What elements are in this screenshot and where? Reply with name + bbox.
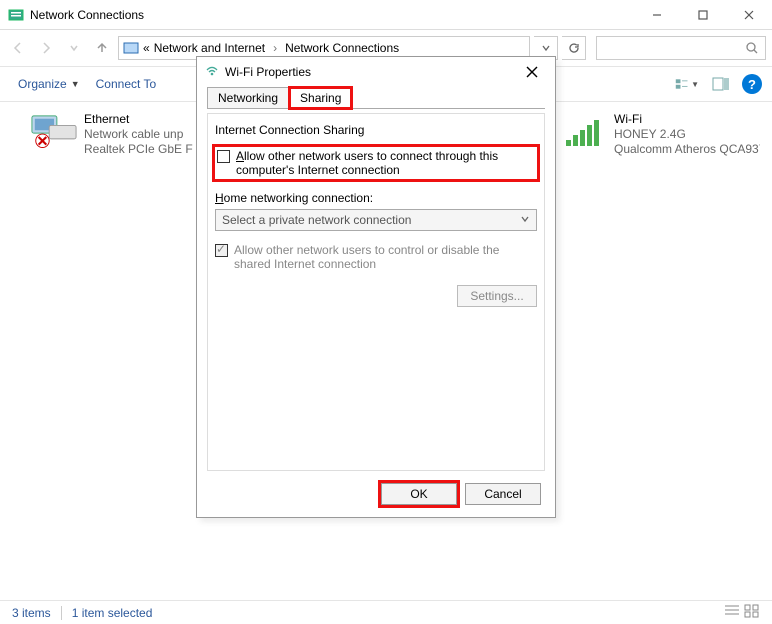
dialog-titlebar: Wi-Fi Properties	[197, 57, 555, 87]
breadcrumb-prefix: «	[143, 41, 150, 55]
window-title: Network Connections	[30, 8, 634, 22]
maximize-button[interactable]	[680, 0, 726, 30]
cancel-button[interactable]: Cancel	[465, 483, 541, 505]
allow-control-checkbox-row: Allow other network users to control or …	[215, 243, 537, 271]
organize-menu[interactable]: Organize▼	[10, 77, 88, 91]
close-button[interactable]	[726, 0, 772, 30]
preview-pane-button[interactable]	[708, 73, 734, 95]
tab-networking[interactable]: Networking	[207, 87, 289, 109]
ok-button[interactable]: OK	[381, 483, 457, 505]
view-menu[interactable]: ▼	[674, 73, 700, 95]
adapter-driver: Realtek PCIe GbE F	[84, 142, 193, 157]
select-value: Select a private network connection	[222, 213, 411, 227]
tab-sharing[interactable]: Sharing	[289, 87, 352, 109]
group-label: Internet Connection Sharing	[215, 123, 537, 137]
checkbox-icon	[215, 244, 228, 257]
chevron-down-icon	[520, 213, 530, 227]
details-view-icon[interactable]	[724, 604, 740, 621]
wifi-icon	[560, 112, 608, 150]
minimize-button[interactable]	[634, 0, 680, 30]
refresh-button[interactable]	[562, 36, 586, 60]
recent-dropdown[interactable]	[62, 36, 86, 60]
adapter-ssid: HONEY 2.4G	[614, 127, 760, 142]
chevron-right-icon: ›	[269, 41, 281, 55]
selection-count: 1 item selected	[72, 606, 153, 620]
back-button[interactable]	[6, 36, 30, 60]
adapter-name: Ethernet	[84, 112, 193, 127]
app-icon	[8, 7, 24, 23]
dialog-close-button[interactable]	[517, 57, 547, 87]
up-button[interactable]	[90, 36, 114, 60]
properties-dialog: Wi-Fi Properties Networking Sharing Inte…	[196, 56, 556, 518]
search-icon	[745, 41, 759, 55]
ethernet-icon	[30, 112, 78, 150]
wifi-small-icon	[205, 64, 219, 81]
dialog-tabs: Networking Sharing	[197, 87, 555, 109]
item-count: 3 items	[12, 606, 51, 620]
checkbox-icon[interactable]	[217, 150, 230, 163]
adapter-driver: Qualcomm Atheros QCA9377...	[614, 142, 760, 157]
dialog-title: Wi-Fi Properties	[225, 65, 517, 79]
connect-menu[interactable]: Connect To	[88, 77, 165, 91]
allow-connect-label: Allow other network users to connect thr…	[236, 149, 535, 177]
network-icon	[123, 41, 139, 55]
allow-control-label: Allow other network users to control or …	[234, 243, 537, 271]
breadcrumb-seg1[interactable]: Network and Internet	[154, 41, 265, 55]
home-network-select[interactable]: Select a private network connection	[215, 209, 537, 231]
adapter-item-wifi[interactable]: Wi-Fi HONEY 2.4G Qualcomm Atheros QCA937…	[560, 112, 760, 157]
large-icons-view-icon[interactable]	[744, 604, 760, 621]
home-network-label: Home networking connection:	[215, 191, 537, 205]
adapter-status: Network cable unp	[84, 127, 193, 142]
search-input[interactable]	[596, 36, 766, 60]
window-titlebar: Network Connections	[0, 0, 772, 30]
breadcrumb-seg2[interactable]: Network Connections	[285, 41, 399, 55]
adapter-name: Wi-Fi	[614, 112, 760, 127]
forward-button[interactable]	[34, 36, 58, 60]
status-bar: 3 items 1 item selected	[0, 600, 772, 624]
allow-connect-checkbox-row[interactable]: Allow other network users to connect thr…	[215, 147, 537, 179]
settings-button: Settings...	[457, 285, 537, 307]
help-button[interactable]: ?	[742, 74, 762, 94]
